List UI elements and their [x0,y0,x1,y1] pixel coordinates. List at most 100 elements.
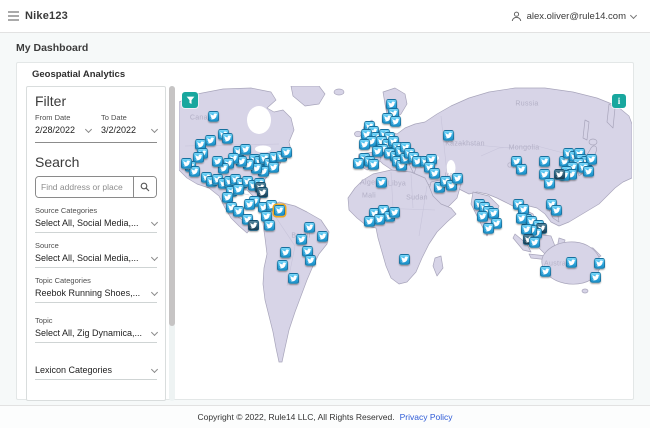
chevron-down-icon [150,365,159,373]
search-box [35,176,157,198]
from-date-label: From Date [35,113,71,122]
divider [35,142,157,143]
chevron-down-icon [150,125,159,133]
twitter-marker[interactable] [233,184,244,195]
chevron-down-icon [84,125,93,133]
map-country-label: Mali [361,192,377,200]
user-icon [511,11,521,21]
twitter-marker[interactable] [452,173,463,184]
twitter-marker[interactable] [551,205,562,216]
twitter-marker[interactable] [376,177,387,188]
twitter-marker[interactable] [274,205,285,216]
twitter-marker[interactable] [540,266,551,277]
lexicon-categories-select[interactable]: Lexicon Categories [35,365,159,375]
twitter-marker[interactable] [281,147,292,158]
search-input[interactable] [36,177,133,197]
twitter-marker[interactable] [594,258,605,269]
twitter-marker[interactable] [181,158,192,169]
brand-title: Nike123 [25,10,68,22]
twitter-marker[interactable] [317,231,328,242]
twitter-marker[interactable] [477,211,488,222]
twitter-marker[interactable] [529,237,540,248]
source-categories-label: Source Categories [35,206,98,215]
user-email: alex.oliver@rule14.com [526,10,626,22]
topic-select[interactable]: Select All, Zig Dynamica,... [35,328,159,338]
twitter-marker[interactable] [443,130,454,141]
menu-hamburger-icon[interactable] [8,10,19,22]
filter-funnel-icon [186,96,194,104]
map-country-label: Libya [387,180,407,188]
source-label: Source [35,241,59,250]
twitter-marker[interactable] [374,214,385,225]
source-select[interactable]: Select All, Social Media,... [35,253,159,263]
twitter-marker[interactable] [483,223,494,234]
map-country-label: Sudan [406,194,428,202]
footer: Copyright © 2022, Rule14 LLC, All Rights… [0,405,650,428]
twitter-marker[interactable] [389,207,400,218]
chevron-down-icon [150,253,159,261]
chevron-down-icon [150,288,159,296]
from-date-select[interactable]: 2/28/2022 [35,125,93,135]
twitter-marker[interactable] [554,169,565,180]
search-button[interactable] [133,177,156,197]
twitter-marker[interactable] [244,199,255,210]
twitter-marker[interactable] [248,220,259,231]
user-menu[interactable]: alex.oliver@rule14.com [511,10,638,22]
twitter-marker[interactable] [208,111,219,122]
twitter-marker[interactable] [296,234,307,245]
twitter-marker[interactable] [359,139,370,150]
filter-heading: Filter [35,93,67,109]
twitter-marker[interactable] [304,222,315,233]
twitter-marker[interactable] [212,156,223,167]
privacy-policy-link[interactable]: Privacy Policy [400,412,453,422]
twitter-marker[interactable] [353,158,364,169]
source-categories-select[interactable]: Select All, Social Media,... [35,218,159,228]
divider [35,267,157,268]
twitter-marker[interactable] [205,135,216,146]
topic-label: Topic [35,316,53,325]
twitter-marker[interactable] [280,247,291,258]
twitter-marker[interactable] [516,164,527,175]
map-country-label: Mongolia [508,144,540,152]
divider [35,342,157,343]
twitter-marker[interactable] [288,273,299,284]
map-filter-button[interactable] [182,92,198,108]
twitter-marker[interactable] [590,272,601,283]
chevron-down-icon [150,328,159,336]
twitter-marker[interactable] [268,162,279,173]
top-navbar: Nike123 alex.oliver@rule14.com [0,0,650,33]
twitter-marker[interactable] [277,260,288,271]
to-date-select[interactable]: 3/2/2022 [101,125,159,135]
breadcrumb: My Dashboard [16,42,89,54]
twitter-marker[interactable] [368,159,379,170]
geospatial-map[interactable]: CanadaRussiaMongoliaChinaKazakhstanIranL… [179,86,632,398]
divider [35,232,157,233]
breadcrumb-bar: My Dashboard [0,34,650,62]
twitter-marker[interactable] [429,168,440,179]
twitter-marker[interactable] [544,178,555,189]
twitter-marker[interactable] [516,213,527,224]
dashboard-panel: Geospatial Analytics Filter From Date 2/… [16,62,634,401]
search-icon [140,182,150,192]
page-title: Geospatial Analytics [32,69,126,80]
twitter-marker[interactable] [264,220,275,231]
twitter-marker[interactable] [222,133,233,144]
twitter-marker[interactable] [399,254,410,265]
twitter-marker[interactable] [364,216,375,227]
map-info-button[interactable]: i [612,94,626,108]
map-country-label: Kazakhstan [445,140,485,148]
sidebar-scrollbar-track[interactable] [169,86,175,401]
copyright-text: Copyright © 2022, Rule14 LLC, All Rights… [197,412,395,422]
twitter-marker[interactable] [305,255,316,266]
map-country-label: Russia [515,100,539,108]
world-map-svg [179,86,632,363]
twitter-marker[interactable] [539,156,550,167]
topic-categories-select[interactable]: Reebok Running Shoes,... [35,288,159,298]
info-icon: i [617,96,621,106]
search-heading: Search [35,154,80,170]
twitter-marker[interactable] [566,257,577,268]
twitter-marker[interactable] [390,116,401,127]
to-date-label: To Date [101,113,127,122]
twitter-marker[interactable] [583,166,594,177]
sidebar-scrollbar-thumb[interactable] [169,86,175,326]
